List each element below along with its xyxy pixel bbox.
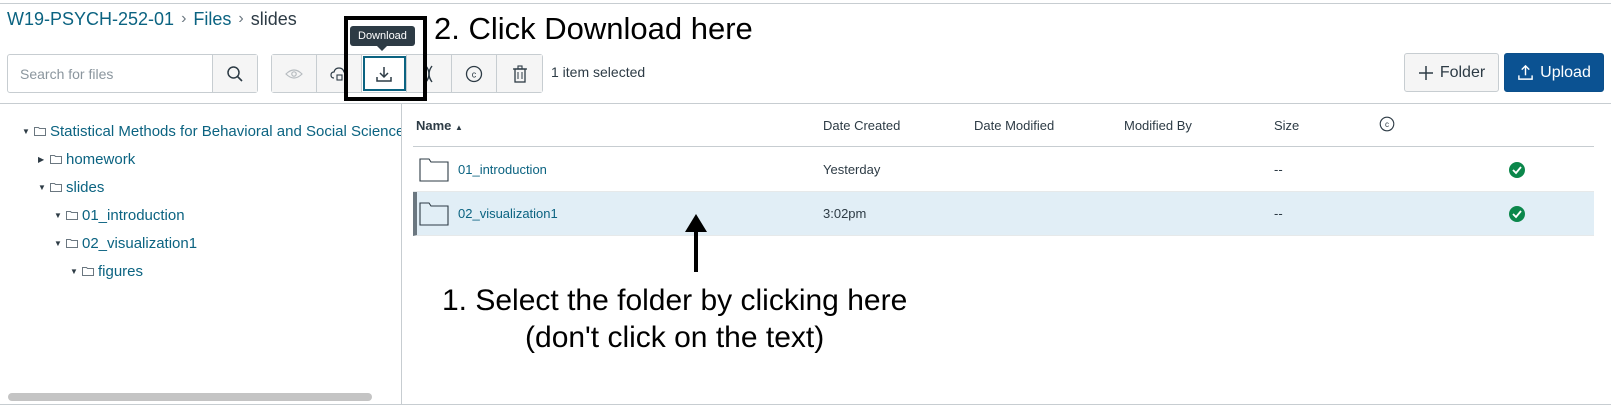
add-folder-button[interactable]: Folder — [1404, 53, 1499, 92]
tree-item-slides[interactable]: ▼ slides — [38, 176, 104, 198]
column-date-modified-header[interactable]: Date Modified — [974, 118, 1054, 133]
tree-item-label: figures — [98, 262, 144, 280]
tree-item-homework[interactable]: ▶ homework — [38, 148, 135, 170]
annotation-step1-line1: 1. Select the folder by clicking here — [442, 284, 908, 317]
breadcrumb-files[interactable]: Files — [193, 9, 231, 30]
file-name-link[interactable]: 01_introduction — [458, 162, 547, 177]
tree-item-label: homework — [66, 150, 136, 168]
annotation-step1: 1. Select the folder by clicking here (d… — [442, 282, 907, 356]
folder-icon — [50, 154, 62, 164]
table-header: Name ▲ Date Created Date Modified Modifi… — [413, 104, 1594, 147]
folder-icon — [50, 182, 62, 192]
svg-text:c: c — [472, 69, 477, 79]
folder-icon — [82, 266, 94, 276]
published-check-icon[interactable] — [1509, 206, 1525, 222]
add-folder-label: Folder — [1439, 63, 1486, 81]
breadcrumb-course[interactable]: W19-PSYCH-252-01 — [7, 9, 174, 30]
table-row-selected[interactable]: 02_visualization1 3:02pm -- — [413, 192, 1594, 236]
pane-divider[interactable] — [401, 104, 402, 404]
column-size-header[interactable]: Size — [1274, 118, 1299, 133]
sort-ascending-icon: ▲ — [455, 123, 463, 132]
view-button[interactable] — [272, 55, 317, 92]
tree-item-label: 01_introduction — [82, 206, 185, 224]
caret-down-icon[interactable]: ▼ — [54, 211, 64, 220]
folder-icon — [419, 158, 449, 182]
tree-item-label: Statistical Methods for Behavioral and S… — [50, 122, 401, 140]
bottom-border — [0, 404, 1611, 405]
tree-item-01-introduction[interactable]: ▼ 01_introduction — [54, 204, 185, 226]
published-check-icon[interactable] — [1509, 162, 1525, 178]
folder-tree: ▼ Statistical Methods for Behavioral and… — [0, 104, 401, 404]
svg-text:c: c — [1385, 120, 1389, 129]
folder-icon — [66, 238, 78, 248]
caret-down-icon[interactable]: ▼ — [38, 183, 48, 192]
folder-icon — [34, 126, 46, 136]
breadcrumb: W19-PSYCH-252-01 › Files › slides — [7, 6, 297, 32]
eye-icon — [285, 68, 303, 79]
search-icon — [227, 65, 243, 82]
column-name-header[interactable]: Name ▲ — [416, 118, 463, 133]
column-modified-by-header[interactable]: Modified By — [1124, 118, 1192, 133]
column-date-created-header[interactable]: Date Created — [823, 118, 900, 133]
annotation-arrow-icon — [685, 214, 707, 272]
folder-icon — [66, 210, 78, 220]
annotation-step1-line2: (don't click on the text) — [525, 321, 825, 354]
file-name-link[interactable]: 02_visualization1 — [458, 206, 558, 221]
table-row[interactable]: 01_introduction Yesterday -- — [413, 148, 1594, 192]
tree-item-label: 02_visualization1 — [82, 234, 198, 252]
caret-down-icon[interactable]: ▼ — [70, 267, 80, 276]
date-created-cell: Yesterday — [823, 162, 881, 177]
search-box — [7, 54, 258, 93]
plus-icon — [1418, 65, 1433, 80]
usage-rights-button[interactable]: c — [452, 55, 497, 92]
top-border — [0, 3, 1611, 4]
size-cell: -- — [1274, 206, 1283, 221]
folder-icon — [419, 202, 449, 226]
tree-horizontal-scrollbar[interactable] — [8, 393, 372, 401]
caret-right-icon[interactable]: ▶ — [38, 155, 48, 164]
search-input[interactable] — [8, 55, 212, 92]
tree-item-root[interactable]: ▼ Statistical Methods for Behavioral and… — [22, 120, 401, 142]
delete-button[interactable] — [497, 55, 542, 92]
breadcrumb-current: slides — [250, 8, 297, 29]
size-cell: -- — [1274, 162, 1283, 177]
trash-icon — [512, 64, 527, 83]
tree-item-label: slides — [66, 178, 105, 196]
copyright-icon: c — [465, 65, 483, 82]
upload-icon — [1518, 64, 1533, 80]
tree-item-02-visualization1[interactable]: ▼ 02_visualization1 — [54, 232, 197, 254]
annotation-highlight-box — [344, 16, 427, 101]
chevron-right-icon: › — [238, 10, 244, 27]
upload-label: Upload — [1540, 63, 1591, 81]
caret-down-icon[interactable]: ▼ — [54, 239, 64, 248]
chevron-right-icon: › — [181, 10, 187, 27]
tree-item-figures[interactable]: ▼ figures — [70, 260, 143, 282]
search-button[interactable] — [212, 55, 257, 92]
caret-down-icon[interactable]: ▼ — [22, 127, 32, 136]
selection-status: 1 item selected — [551, 64, 646, 80]
copyright-icon: c — [1379, 116, 1395, 132]
annotation-step2: 2. Click Download here — [434, 11, 753, 46]
upload-button[interactable]: Upload — [1504, 53, 1604, 92]
column-usage-rights-header[interactable]: c — [1379, 116, 1395, 135]
date-created-cell: 3:02pm — [823, 206, 867, 221]
